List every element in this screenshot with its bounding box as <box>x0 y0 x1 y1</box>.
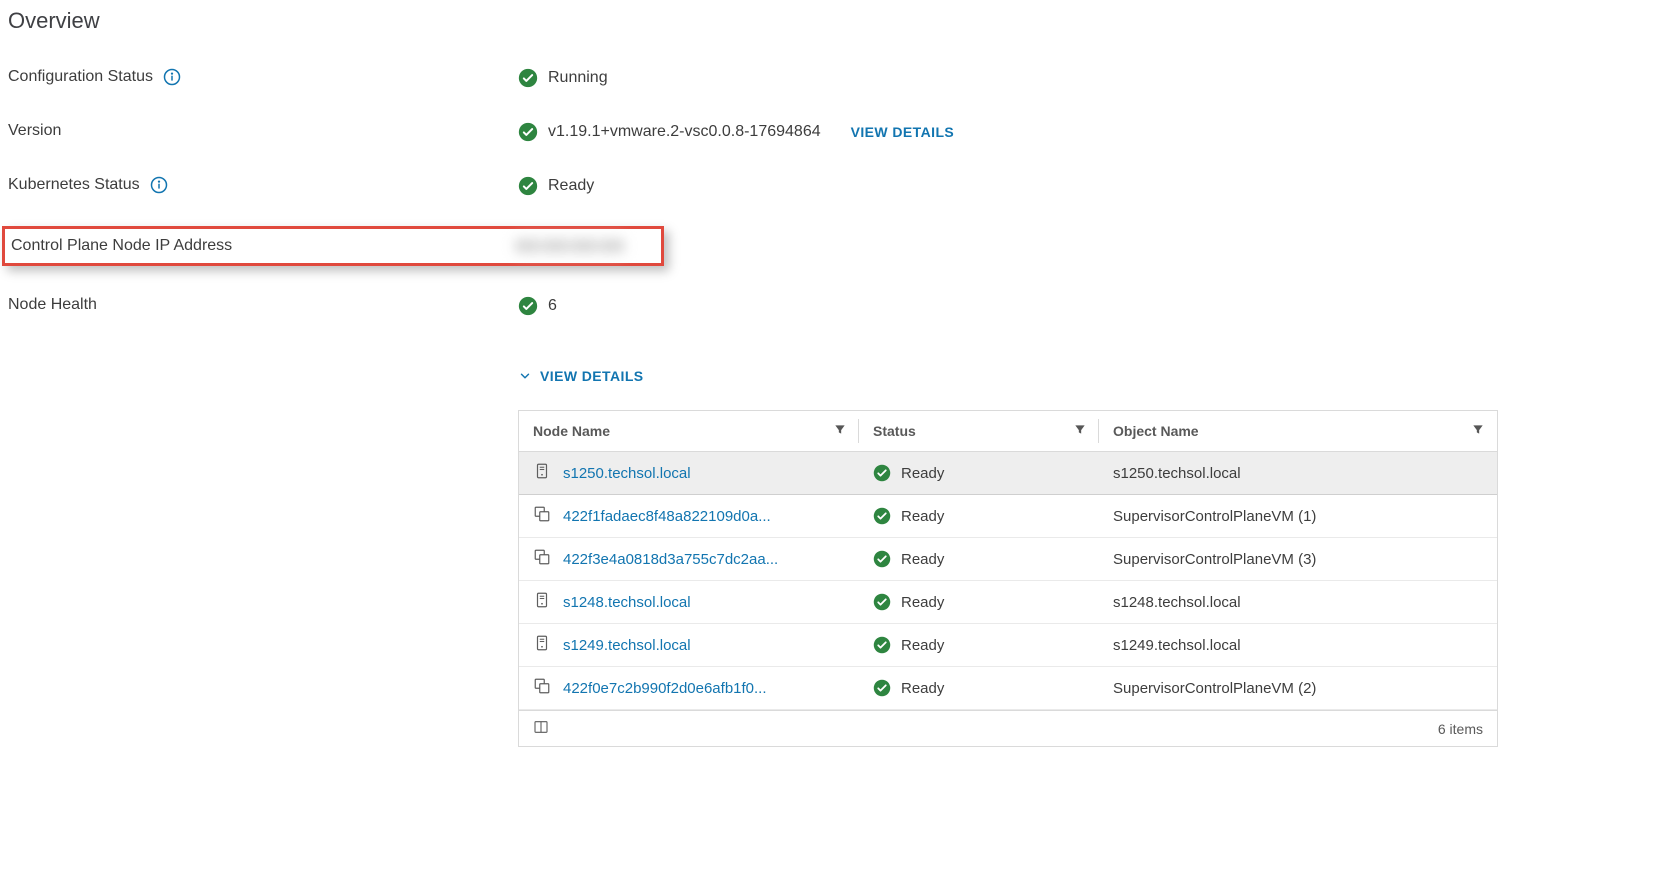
control-plane-ip-value-text: xxx.xxx.xxx.xxx <box>515 237 624 255</box>
k8s-status-value-text: Ready <box>548 177 594 195</box>
table-item-count: 6 items <box>1438 721 1483 737</box>
node-health-view-details-text: VIEW DETAILS <box>540 368 644 384</box>
column-picker-icon[interactable] <box>533 719 549 738</box>
config-status-value: Running <box>518 64 1664 92</box>
table-row[interactable]: 422f1fadaec8f48a822109d0a... Ready Supervi… <box>519 495 1497 538</box>
chevron-down-icon <box>518 369 532 383</box>
filter-icon[interactable] <box>1073 423 1087 440</box>
node-status-text: Ready <box>901 508 944 525</box>
node-status-text: Ready <box>901 680 944 697</box>
version-value: v1.19.1+vmware.2-vsc0.0.8-17694864 VIEW … <box>518 118 1664 146</box>
config-status-value-text: Running <box>548 69 608 87</box>
version-label-text: Version <box>8 122 61 140</box>
object-name-text: SupervisorControlPlaneVM (1) <box>1113 508 1316 525</box>
node-health-label: Node Health <box>8 292 518 318</box>
vm-icon <box>533 505 551 527</box>
object-name-text: s1248.techsol.local <box>1113 594 1241 611</box>
col-node-name[interactable]: Node Name <box>519 411 859 452</box>
table-row[interactable]: 422f3e4a0818d3a755c7dc2aa... Ready Supervi… <box>519 538 1497 581</box>
control-plane-ip-highlight: Control Plane Node IP Address xxx.xxx.xx… <box>2 226 664 266</box>
node-health-value-text: 6 <box>548 297 557 315</box>
host-icon <box>533 634 551 656</box>
table-row[interactable]: s1249.techsol.local Ready s1249.techsol.lo… <box>519 624 1497 667</box>
check-icon <box>518 68 538 88</box>
col-status-text: Status <box>873 423 916 439</box>
check-icon <box>873 593 891 611</box>
host-icon <box>533 462 551 484</box>
node-status-text: Ready <box>901 465 944 482</box>
table-row[interactable]: 422f0e7c2b990f2d0e6afb1f0... Ready Supervi… <box>519 667 1497 710</box>
check-icon <box>518 176 538 196</box>
k8s-status-value: Ready <box>518 172 1664 200</box>
node-name-link[interactable]: 422f0e7c2b990f2d0e6afb1f0... <box>563 680 767 697</box>
version-view-details-link[interactable]: VIEW DETAILS <box>851 124 955 140</box>
page-title: Overview <box>8 8 1664 34</box>
version-label: Version <box>8 118 518 144</box>
check-icon <box>873 679 891 697</box>
node-health-label-text: Node Health <box>8 296 97 314</box>
control-plane-ip-label-text: Control Plane Node IP Address <box>11 237 232 255</box>
check-icon <box>518 122 538 142</box>
object-name-text: SupervisorControlPlaneVM (2) <box>1113 680 1316 697</box>
config-status-label: Configuration Status <box>8 64 518 90</box>
check-icon <box>873 550 891 568</box>
check-icon <box>873 507 891 525</box>
nodes-table: Node Name Status Object Name s1250.techs… <box>518 410 1498 747</box>
version-value-text: v1.19.1+vmware.2-vsc0.0.8-17694864 <box>548 123 821 141</box>
object-name-text: s1249.techsol.local <box>1113 637 1241 654</box>
node-name-link[interactable]: 422f1fadaec8f48a822109d0a... <box>563 508 771 525</box>
col-status[interactable]: Status <box>859 411 1099 452</box>
control-plane-ip-value: xxx.xxx.xxx.xxx <box>515 237 655 255</box>
node-name-link[interactable]: s1249.techsol.local <box>563 637 691 654</box>
check-icon <box>873 636 891 654</box>
col-node-name-text: Node Name <box>533 423 610 439</box>
k8s-status-label: Kubernetes Status <box>8 172 518 198</box>
vm-icon <box>533 677 551 699</box>
node-name-link[interactable]: s1248.techsol.local <box>563 594 691 611</box>
node-name-link[interactable]: 422f3e4a0818d3a755c7dc2aa... <box>563 551 778 568</box>
node-health-value: 6 <box>518 292 1664 320</box>
table-row[interactable]: s1248.techsol.local Ready s1248.techsol.lo… <box>519 581 1497 624</box>
check-icon <box>518 296 538 316</box>
control-plane-ip-label: Control Plane Node IP Address <box>11 237 515 255</box>
node-name-link[interactable]: s1250.techsol.local <box>563 465 691 482</box>
filter-icon[interactable] <box>833 423 847 440</box>
info-icon[interactable] <box>150 176 168 194</box>
node-status-text: Ready <box>901 551 944 568</box>
object-name-text: SupervisorControlPlaneVM (3) <box>1113 551 1316 568</box>
filter-icon[interactable] <box>1471 423 1485 440</box>
info-icon[interactable] <box>163 68 181 86</box>
host-icon <box>533 591 551 613</box>
k8s-status-label-text: Kubernetes Status <box>8 176 140 194</box>
object-name-text: s1250.techsol.local <box>1113 465 1241 482</box>
check-icon <box>873 464 891 482</box>
col-object-name[interactable]: Object Name <box>1099 411 1497 452</box>
config-status-label-text: Configuration Status <box>8 68 153 86</box>
vm-icon <box>533 548 551 570</box>
node-health-view-details-link[interactable]: VIEW DETAILS <box>518 368 1664 384</box>
node-status-text: Ready <box>901 637 944 654</box>
table-footer: 6 items <box>519 710 1497 746</box>
table-row[interactable]: s1250.techsol.local Ready s1250.techsol.lo… <box>519 452 1497 495</box>
node-status-text: Ready <box>901 594 944 611</box>
col-object-name-text: Object Name <box>1113 423 1199 439</box>
